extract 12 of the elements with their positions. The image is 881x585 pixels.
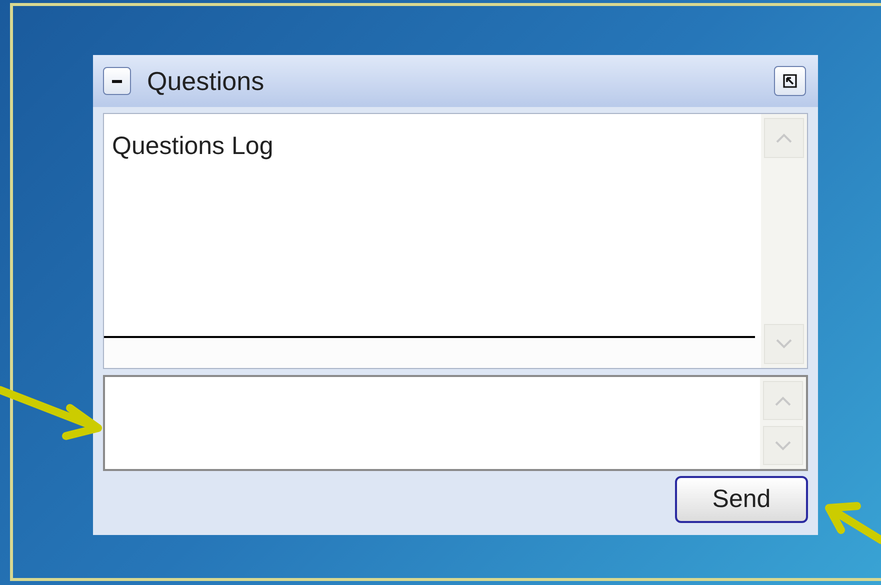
- log-heading: Questions Log: [112, 132, 274, 160]
- panel-title: Questions: [147, 66, 264, 96]
- scroll-down-button[interactable]: [764, 324, 804, 364]
- scroll-up-button[interactable]: [764, 118, 804, 158]
- detach-button[interactable]: [774, 66, 806, 96]
- scroll-up-button[interactable]: [763, 381, 803, 420]
- scrollbar[interactable]: [761, 114, 807, 368]
- restore-icon: [782, 73, 798, 89]
- question-input-field[interactable]: [103, 375, 808, 471]
- scroll-down-button[interactable]: [763, 426, 803, 465]
- collapse-button[interactable]: [103, 67, 131, 95]
- send-button[interactable]: Send: [675, 476, 808, 522]
